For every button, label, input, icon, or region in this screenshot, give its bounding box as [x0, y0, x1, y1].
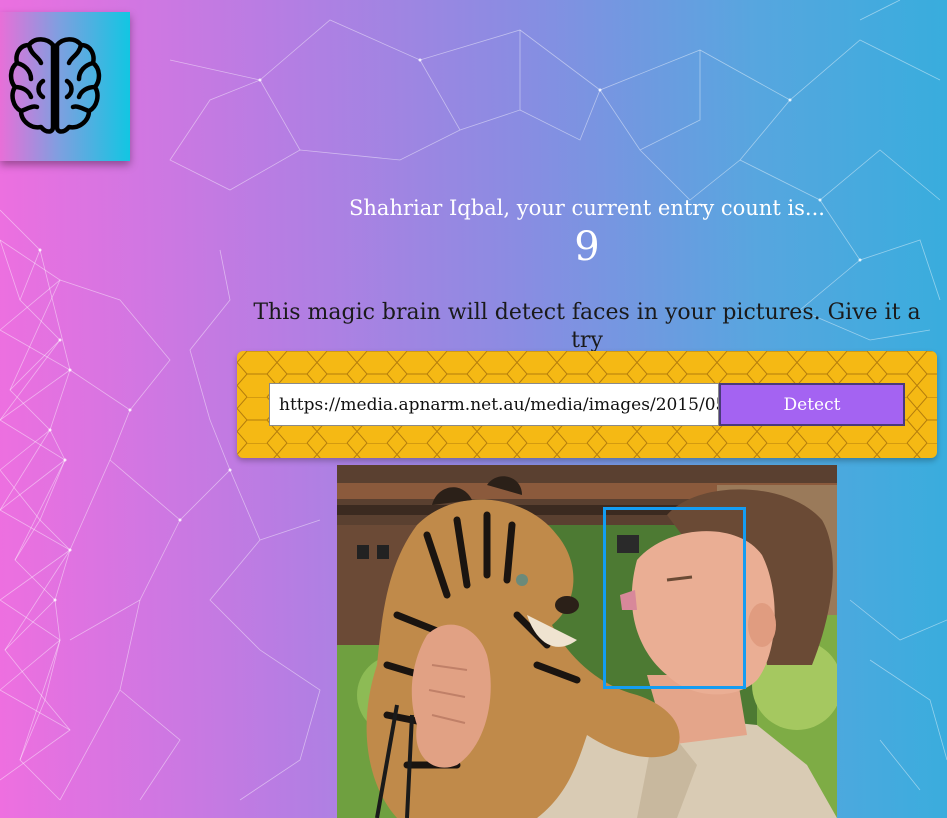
- entry-count: 9: [574, 224, 600, 270]
- brain-icon: [8, 36, 102, 134]
- detect-button[interactable]: Detect: [719, 383, 905, 426]
- rank-section: Shahriar Iqbal, your current entry count…: [237, 194, 937, 270]
- intro-text: This magic brain will detect faces in yo…: [253, 300, 921, 353]
- face-bounding-box: [603, 507, 746, 689]
- rank-message: Shahriar Iqbal, your current entry count…: [349, 196, 825, 220]
- detected-photo: [337, 465, 837, 818]
- face-detection-result: [337, 465, 837, 818]
- logo-card[interactable]: [0, 12, 130, 161]
- image-url-input[interactable]: [269, 383, 719, 426]
- image-link-form: Detect: [237, 351, 937, 458]
